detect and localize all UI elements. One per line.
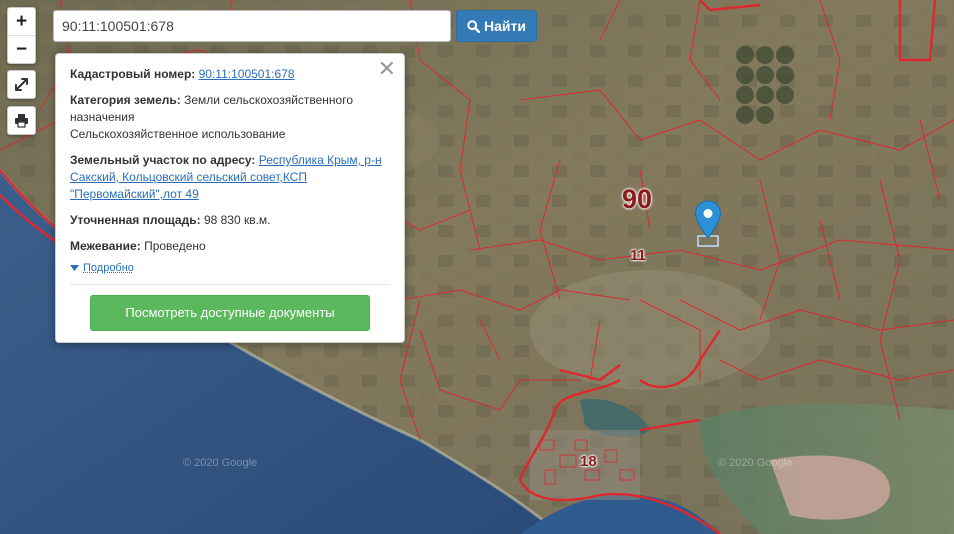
land-category-label: Категория земель: [70, 93, 181, 107]
city-number-label: 18 [580, 453, 597, 470]
map-copyright-2: © 2020 Google [718, 457, 793, 469]
survey-row: Межевание: Проведено [70, 238, 390, 255]
search-button[interactable]: Найти [456, 10, 537, 42]
map-pin-icon[interactable] [694, 200, 722, 240]
cadastral-number-link[interactable]: 90:11:100501:678 [199, 67, 295, 81]
search-icon [467, 19, 481, 33]
fullscreen-button[interactable] [7, 70, 36, 99]
area-label: Уточненная площадь: [70, 213, 201, 227]
search-button-label: Найти [484, 18, 526, 34]
popup-divider [70, 284, 390, 285]
view-documents-button[interactable]: Посмотреть доступные документы [90, 295, 370, 331]
map-copyright: © 2020 Google [183, 457, 258, 469]
expand-icon [15, 78, 28, 91]
print-button[interactable] [7, 106, 36, 135]
district-number-label: 11 [630, 247, 646, 264]
land-usage-value: Сельскохозяйственное использование [70, 127, 286, 141]
area-value: 98 830 кв.м. [203, 213, 271, 227]
zoom-in-button[interactable]: + [8, 8, 35, 35]
cadastral-search-input[interactable] [53, 10, 451, 42]
parcel-info-popup: ✕ Кадастровый номер: 90:11:100501:678 Ка… [55, 53, 405, 343]
printer-icon [15, 114, 28, 128]
area-row: Уточненная площадь: 98 830 кв.м. [70, 212, 390, 229]
zoom-out-button[interactable]: − [8, 35, 35, 63]
survey-value: Проведено [144, 239, 206, 253]
address-label: Земельный участок по адресу: [70, 153, 256, 167]
survey-label: Межевание: [70, 239, 141, 253]
land-category-row: Категория земель: Земли сельскохозяйстве… [70, 92, 390, 143]
details-toggle-label: Подробно [83, 262, 134, 274]
address-row: Земельный участок по адресу: Республика … [70, 152, 390, 203]
caret-down-icon [70, 265, 79, 271]
zoom-control: + − [7, 7, 36, 64]
cadastral-number-row: Кадастровый номер: 90:11:100501:678 [70, 66, 390, 83]
cadastral-number-label: Кадастровый номер: [70, 67, 196, 81]
close-icon[interactable]: ✕ [378, 58, 396, 80]
details-toggle[interactable]: Подробно [70, 262, 390, 274]
region-number-label: 90 [622, 184, 653, 214]
